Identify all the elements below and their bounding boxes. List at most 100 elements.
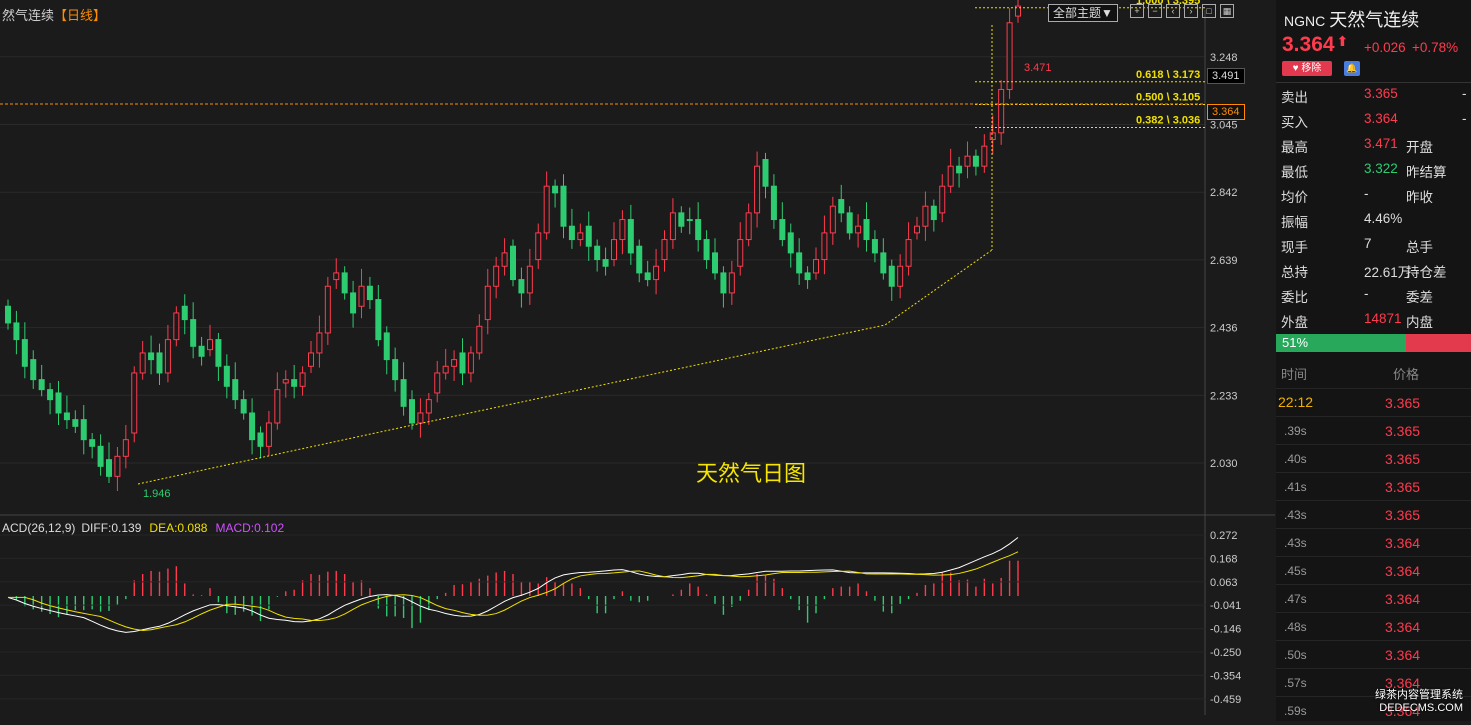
candle-body <box>207 339 213 351</box>
tick-row[interactable]: .40s 3.365 <box>1276 444 1471 473</box>
candle-body <box>425 399 432 414</box>
candle-body <box>148 352 155 361</box>
price-change-pct: +0.78% <box>1412 40 1459 55</box>
tick-time: 22:12 <box>1278 394 1314 410</box>
quote-row-label: 最高 <box>1281 140 1308 155</box>
quote-row-label: 卖出 <box>1281 90 1308 105</box>
tick-header-time: 时间 <box>1281 367 1308 382</box>
price-change: +0.026 <box>1364 40 1406 55</box>
tick-row[interactable]: 22:12 3.365 <box>1276 388 1471 417</box>
candle-body <box>358 285 365 307</box>
quote-row-label2: 总手 <box>1406 240 1433 255</box>
candle-body <box>38 379 45 391</box>
zoom-out-icon[interactable]: − <box>1148 4 1162 18</box>
candle-body <box>55 392 62 414</box>
candle-body <box>560 185 567 227</box>
quote-panel: NGNC 天然气连续 3.364 ⬆ +0.026 +0.78% ♥ 移除 🔔 卖出… <box>1276 0 1471 721</box>
quote-row: 现手 7 总手 <box>1276 236 1471 258</box>
kline-chart[interactable]: 3.6543.2483.0452.8422.6392.4362.2332.030… <box>0 0 1275 721</box>
candle-body <box>745 212 752 241</box>
candle-body <box>324 285 331 334</box>
candle-body <box>106 459 112 477</box>
candle-body <box>568 225 575 241</box>
quote-row-label2: 昨收 <box>1406 190 1433 205</box>
candle-body <box>97 445 104 467</box>
tick-price: 3.364 <box>1385 563 1421 579</box>
remove-watch-button[interactable]: ♥ 移除 <box>1282 61 1332 76</box>
theme-dropdown-button[interactable]: 全部主题▼ <box>1048 4 1118 22</box>
candle-body <box>308 352 314 367</box>
tick-header-price: 价格 <box>1393 367 1420 382</box>
candle-body <box>467 352 474 374</box>
tick-price: 3.365 <box>1385 423 1421 439</box>
tick-price: 3.365 <box>1385 507 1421 523</box>
candle-body <box>476 325 483 354</box>
candle-body <box>442 365 449 374</box>
tick-time: .41s <box>1284 480 1307 494</box>
price-axis-label: 2.030 <box>1210 458 1238 470</box>
chart-caption: 天然气日图 <box>696 461 807 486</box>
macd-value: MACD:0.102 <box>215 521 285 535</box>
macd-axis-label: -0.041 <box>1210 600 1241 612</box>
candle-body <box>737 239 744 267</box>
tick-row[interactable]: .41s 3.365 <box>1276 472 1471 501</box>
grid-icon[interactable]: ▦ <box>1220 4 1234 18</box>
macd-label: ACD(26,12,9) DIFF:0.139 DEA:0.088 MACD:0.10… <box>2 521 284 535</box>
candle-body <box>888 265 895 287</box>
candle-body <box>939 185 946 214</box>
tick-row[interactable]: .47s 3.364 <box>1276 584 1471 613</box>
zoom-in-icon[interactable]: + <box>1130 4 1144 18</box>
candle-body <box>552 185 559 194</box>
fib-level-label: 0.618 \ 3.173 <box>1136 69 1200 81</box>
tick-price: 3.364 <box>1385 647 1421 663</box>
candle-body <box>21 339 28 367</box>
candle-body <box>392 359 399 381</box>
tick-row[interactable]: .48s 3.364 <box>1276 612 1471 641</box>
candle-body <box>787 232 794 254</box>
tick-time: .39s <box>1284 424 1307 438</box>
tick-row[interactable]: .45s 3.364 <box>1276 556 1471 585</box>
candle-body <box>72 419 79 427</box>
candle-body <box>63 412 70 421</box>
candle-body <box>863 219 870 241</box>
quote-row-label2: 内盘 <box>1406 315 1433 330</box>
quote-row-label2: 开盘 <box>1406 140 1433 155</box>
candle-body <box>114 455 121 477</box>
price-axis-label: 2.842 <box>1210 187 1238 199</box>
tick-row[interactable]: .50s 3.364 <box>1276 640 1471 669</box>
candle-body <box>409 399 415 424</box>
trend-line <box>137 249 993 485</box>
candle-body <box>274 389 281 424</box>
candle-body <box>181 305 188 321</box>
price-axis-label: 3.045 <box>1210 120 1238 132</box>
candle-body <box>922 205 929 227</box>
tick-row[interactable]: .43s 3.364 <box>1276 528 1471 557</box>
candle-body <box>131 372 138 434</box>
candle-body <box>526 265 533 294</box>
scroll-left-icon[interactable]: ‹ <box>1166 4 1180 18</box>
candle-body <box>139 352 146 374</box>
bell-icon[interactable]: 🔔 <box>1344 61 1360 76</box>
tick-row[interactable]: .43s 3.365 <box>1276 500 1471 529</box>
candle-body <box>770 185 777 221</box>
quote-row: 最高 3.471 开盘 <box>1276 136 1471 158</box>
candle-body <box>897 265 904 287</box>
candle-body <box>594 245 601 261</box>
candle-body <box>644 272 651 281</box>
candle-body <box>796 252 803 274</box>
candle-body <box>282 379 289 384</box>
tick-price: 3.364 <box>1385 535 1421 551</box>
candle-body <box>636 245 643 274</box>
candle-body <box>661 239 668 261</box>
box-icon[interactable]: □ <box>1202 4 1216 18</box>
current-price-tag: 3.364 <box>1207 104 1245 120</box>
quote-row-value: 3.364 <box>1364 111 1398 126</box>
tick-price: 3.365 <box>1385 479 1421 495</box>
scroll-right-icon[interactable]: › <box>1184 4 1198 18</box>
chart-area[interactable]: 3.6543.2483.0452.8422.6392.4362.2332.030… <box>0 0 1275 721</box>
candle-body <box>459 352 466 374</box>
candle-body <box>611 239 617 261</box>
candle-body <box>493 265 500 287</box>
candle-body <box>434 372 441 394</box>
tick-row[interactable]: .39s 3.365 <box>1276 416 1471 445</box>
